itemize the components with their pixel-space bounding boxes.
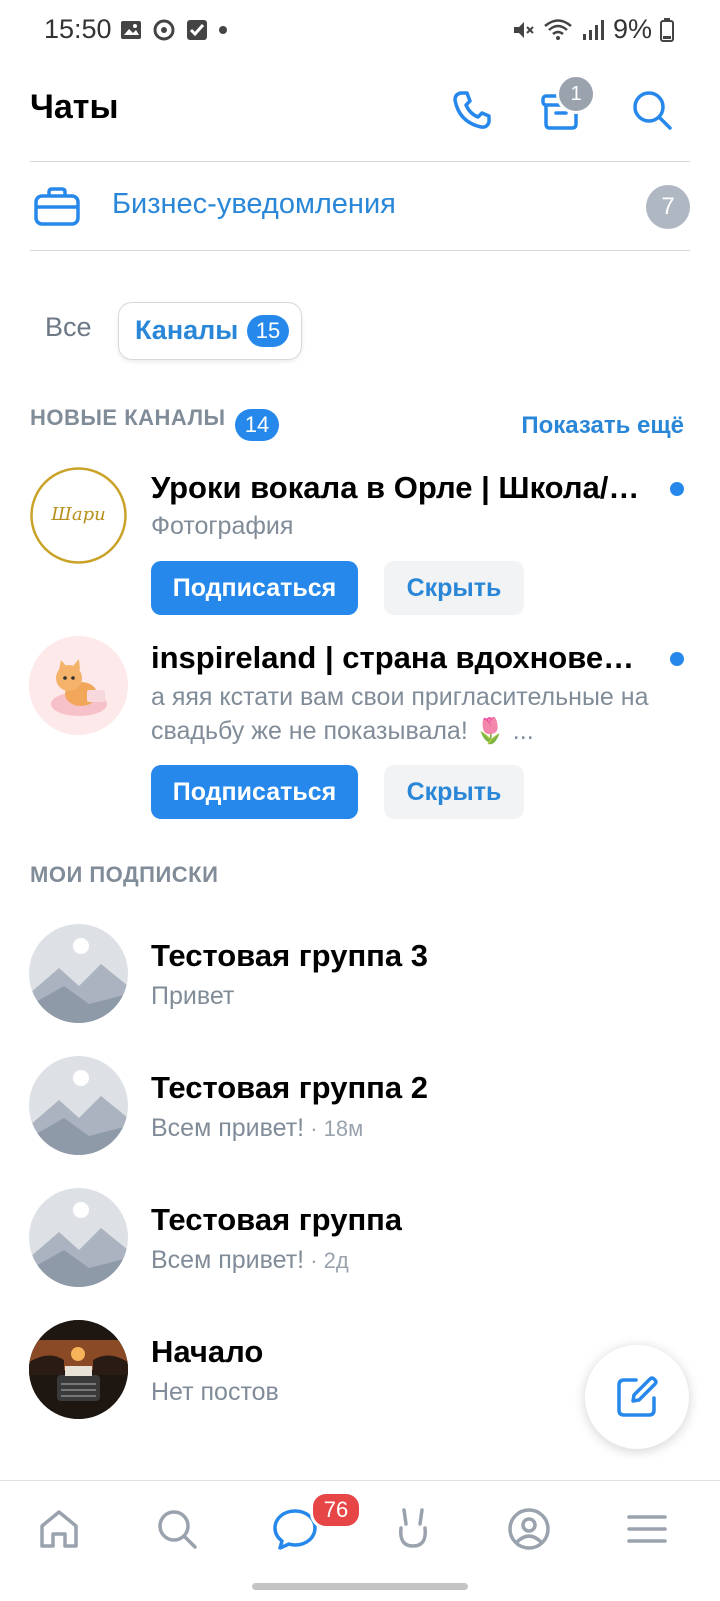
nav-profile[interactable] [501, 1501, 557, 1557]
battery-percent: 9% [612, 14, 652, 44]
compose-icon [617, 1376, 658, 1417]
wifi-icon [544, 18, 572, 40]
avatar[interactable] [29, 1320, 128, 1419]
unread-dot [670, 482, 684, 496]
subscribe-button[interactable]: Подписаться [151, 561, 358, 615]
phone-icon [453, 91, 491, 129]
avatar[interactable] [29, 924, 128, 1023]
profile-icon [508, 1508, 550, 1550]
subscribe-button[interactable]: Подписаться [151, 765, 358, 819]
placeholder-landscape-icon [29, 924, 128, 1023]
notification-icons [120, 18, 228, 42]
system-status: 9% [511, 14, 674, 45]
channel-subtitle: Фотография [151, 512, 294, 540]
subscription-last-post: Всем привет! · 18м [151, 1114, 363, 1143]
channel-title[interactable]: Уроки вокала в Орле | Школа/ с... [151, 470, 646, 506]
sync-icon [153, 19, 175, 41]
divider [30, 250, 690, 251]
search-icon [633, 91, 672, 130]
tab-channels-label: Каналы [135, 315, 239, 345]
hide-button[interactable]: Скрыть [384, 561, 524, 615]
subscription-title[interactable]: Тестовая группа 3 [151, 938, 428, 974]
search-icon [158, 1510, 197, 1549]
subscription-last-post: Привет [151, 982, 235, 1010]
clips-icon [399, 1508, 427, 1548]
menu-icon [627, 1515, 667, 1543]
placeholder-landscape-icon [29, 1056, 128, 1155]
avatar[interactable] [29, 636, 128, 735]
page-title: Чаты [30, 88, 119, 126]
show-more-link[interactable]: Показать ещё [521, 412, 684, 440]
cat-illustration-icon [51, 659, 107, 716]
avatar[interactable]: Шари [29, 466, 128, 565]
subscription-last-post: Нет постов [151, 1378, 279, 1406]
last-post-text: Всем привет! [151, 1246, 305, 1274]
mute-icon [513, 21, 534, 38]
calls-button[interactable] [448, 86, 496, 134]
hide-button[interactable]: Скрыть [384, 765, 524, 819]
status-bar: 15:50 9% [0, 0, 720, 64]
time-separator: · [304, 1116, 324, 1141]
unread-dot [670, 652, 684, 666]
avatar-logo-text: Шари [51, 504, 106, 525]
channel-last-post: а яяя кстати вам свои пригласительные на… [151, 683, 649, 745]
check-box-icon [187, 20, 207, 40]
home-indicator[interactable] [252, 1583, 468, 1590]
nav-home[interactable] [31, 1501, 87, 1557]
business-notifications-count: 7 [646, 185, 690, 229]
image-icon [121, 21, 141, 39]
my-subscriptions-title: МОИ ПОДПИСКИ [30, 862, 219, 887]
typewriter-sunset-icon [29, 1320, 128, 1419]
battery-icon [660, 17, 674, 42]
business-notifications-label: Бизнес-уведомления [112, 188, 396, 220]
tab-channels[interactable]: Каналы 15 [118, 302, 302, 360]
new-channels-count: 14 [235, 409, 279, 441]
home-icon [40, 1510, 78, 1548]
nav-clips[interactable] [385, 1501, 441, 1557]
tab-all[interactable]: Все [45, 312, 92, 343]
search-button[interactable] [628, 86, 676, 134]
briefcase-icon [34, 187, 80, 226]
tab-channels-badge: 15 [247, 315, 289, 347]
post-time: 2д [323, 1248, 349, 1273]
subscription-last-post: Всем привет! · 2д [151, 1246, 349, 1275]
new-post-button[interactable] [585, 1345, 689, 1449]
avatar[interactable] [29, 1056, 128, 1155]
avatar[interactable] [29, 1188, 128, 1287]
archive-badge: 1 [556, 74, 596, 114]
more-dot-icon [219, 26, 227, 34]
signal-icon [582, 19, 604, 40]
placeholder-landscape-icon [29, 1188, 128, 1287]
channel-title[interactable]: inspireland | страна вдохновения [151, 640, 651, 676]
nav-menu[interactable] [619, 1501, 675, 1557]
nav-search[interactable] [149, 1501, 205, 1557]
subscription-title[interactable]: Тестовая группа 2 [151, 1070, 428, 1106]
subscription-title[interactable]: Начало [151, 1334, 263, 1370]
post-time: 18м [323, 1116, 364, 1141]
new-channels-title: НОВЫЕ КАНАЛЫ [30, 405, 226, 430]
subscription-title[interactable]: Тестовая группа [151, 1202, 402, 1238]
status-time: 15:50 [44, 14, 112, 44]
time-separator: · [304, 1248, 324, 1273]
last-post-text: Всем привет! [151, 1114, 305, 1142]
messages-badge: 76 [310, 1491, 362, 1529]
